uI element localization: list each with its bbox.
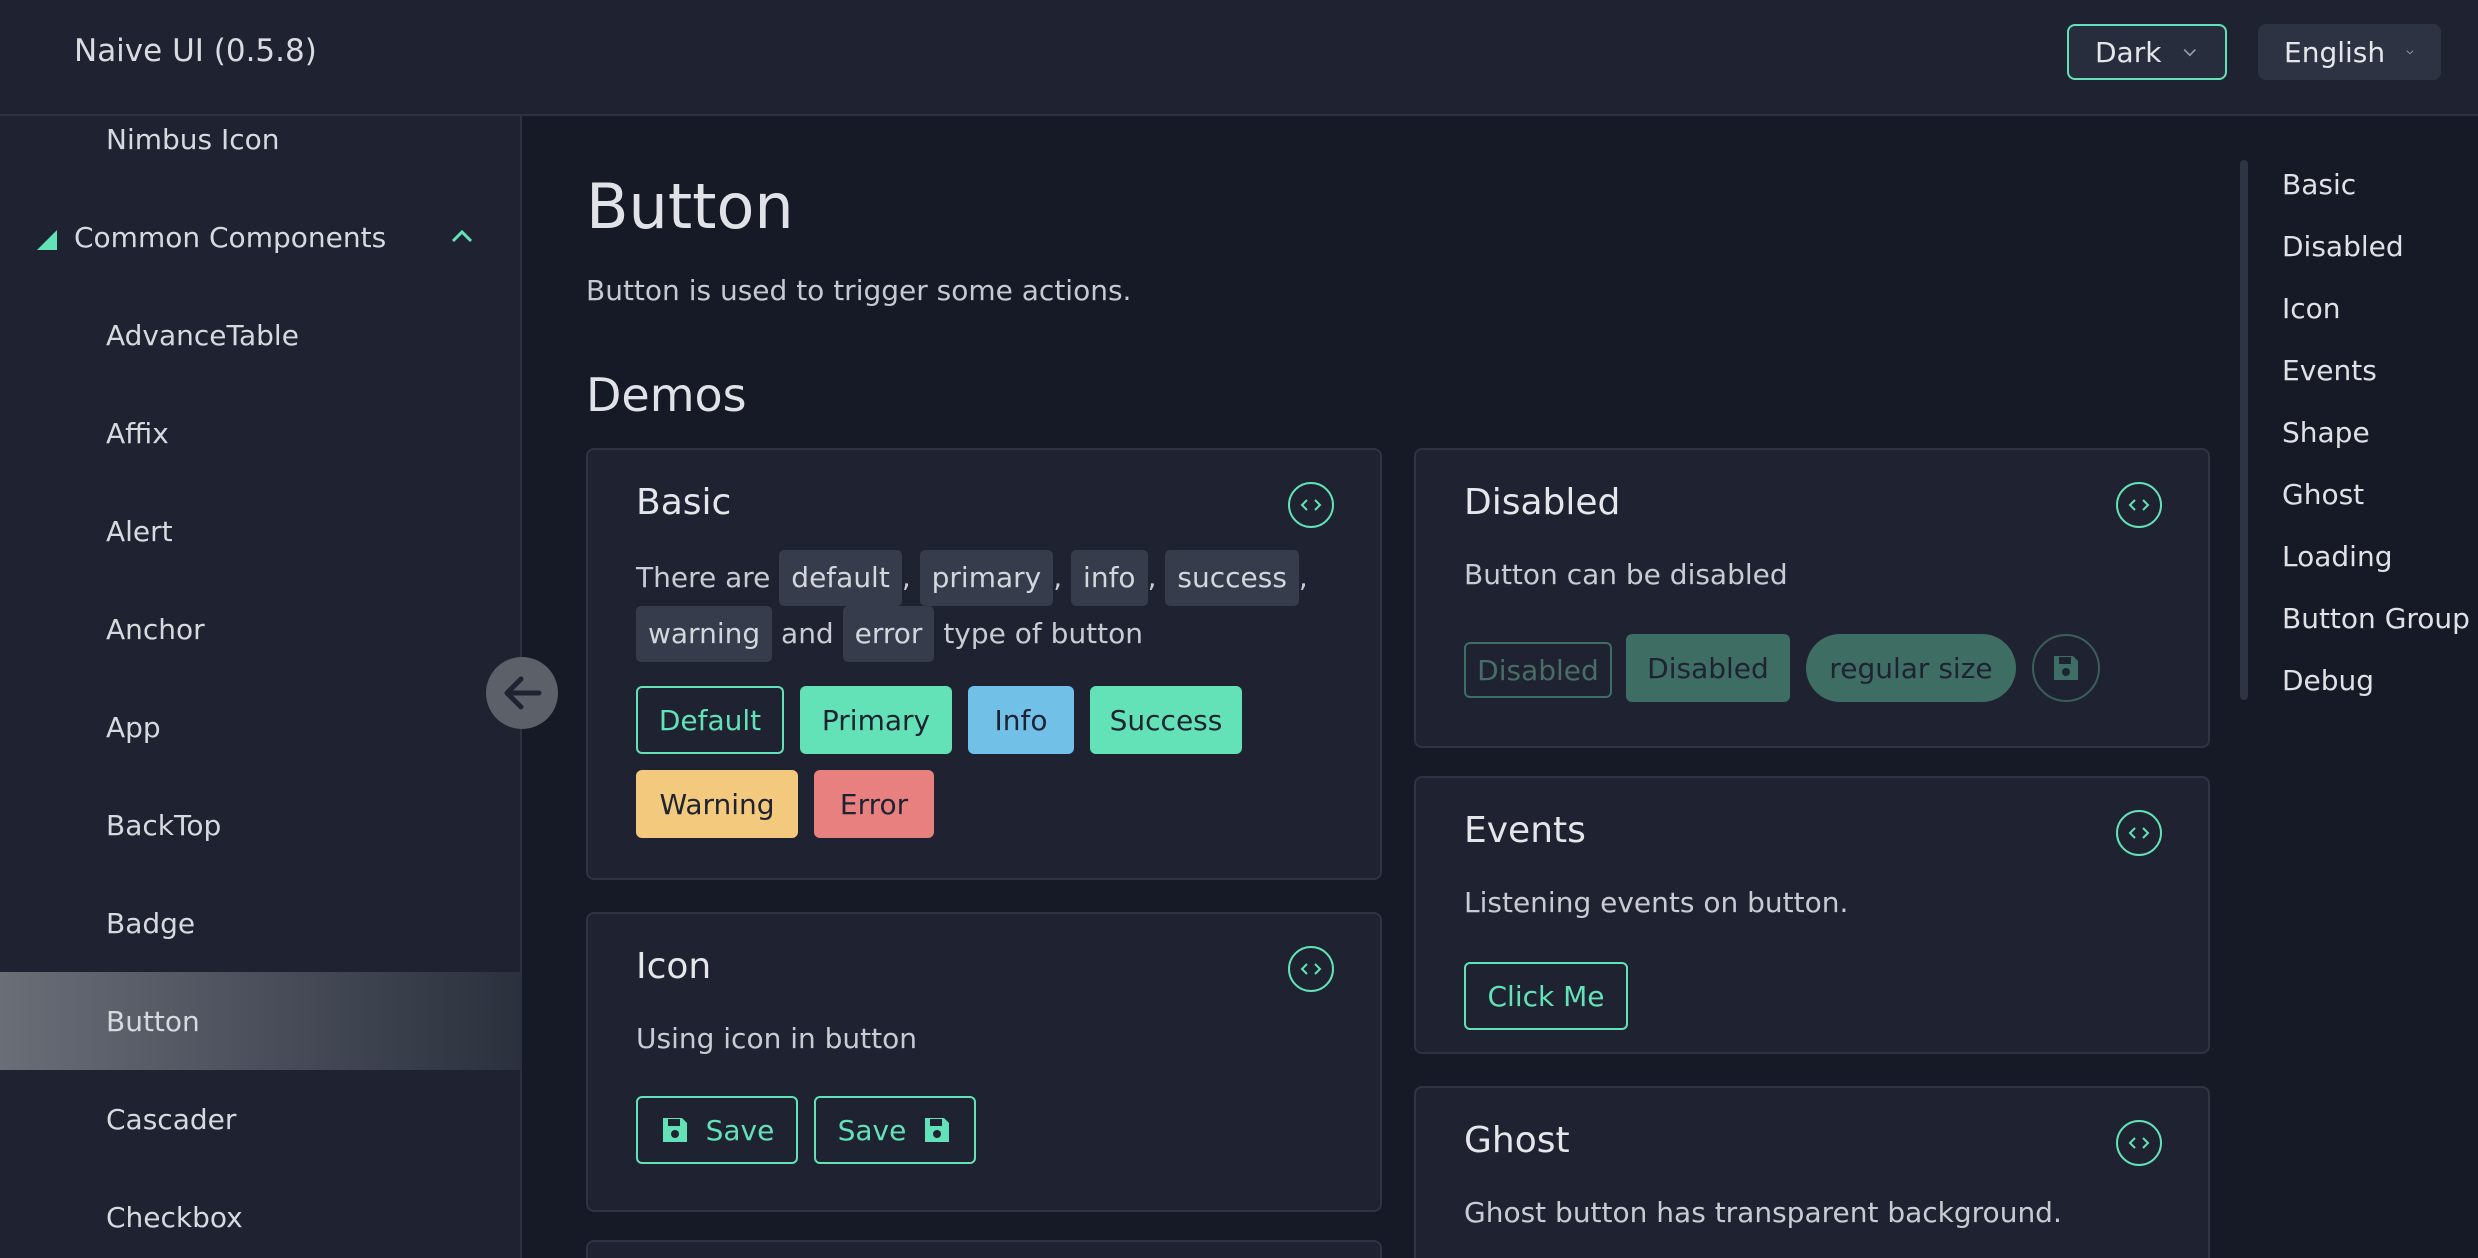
code-toggle-icon[interactable] <box>2116 810 2162 856</box>
chevron-up-icon <box>451 229 473 243</box>
sidebar-group-label: Common Components <box>74 220 387 254</box>
card-description: Listening events on button. <box>1464 886 1849 919</box>
toc-item-icon[interactable]: Icon <box>2282 292 2341 325</box>
chevron-down-icon <box>2406 50 2414 55</box>
sidebar: Nimbus Icon Common Components AdvanceTab… <box>0 116 522 1258</box>
sidebar-item-anchor[interactable]: Anchor <box>0 580 522 678</box>
click-me-button[interactable]: Click Me <box>1464 962 1628 1030</box>
language-select-value: English <box>2284 35 2386 69</box>
card-title: Basic <box>636 482 732 523</box>
toc-item-debug[interactable]: Debug <box>2282 664 2374 697</box>
code-toggle-icon[interactable] <box>2116 482 2162 528</box>
toc-item-button-group[interactable]: Button Group <box>2282 602 2470 635</box>
code-tag: primary <box>919 550 1054 606</box>
default-button[interactable]: Default <box>636 686 784 754</box>
sidebar-item-checkbox[interactable]: Checkbox <box>0 1168 522 1258</box>
chevron-down-icon <box>2184 49 2197 57</box>
demo-card-basic: Basic There are default, primary, info, … <box>586 448 1382 880</box>
info-button[interactable]: Info <box>968 686 1074 754</box>
code-toggle-icon[interactable] <box>2116 1120 2162 1166</box>
card-description: There are default, primary, info, succes… <box>636 550 1356 662</box>
primary-button[interactable]: Primary <box>800 686 952 754</box>
sidebar-item-affix[interactable]: Affix <box>0 384 522 482</box>
toc-item-ghost[interactable]: Ghost <box>2282 478 2364 511</box>
sidebar-item-alert[interactable]: Alert <box>0 482 522 580</box>
toc-item-shape[interactable]: Shape <box>2282 416 2370 449</box>
language-select[interactable]: English <box>2258 24 2441 80</box>
sidebar-item-nimbus-icon[interactable]: Nimbus Icon <box>0 90 522 188</box>
card-description: Ghost button has transparent background. <box>1464 1196 2062 1229</box>
card-title: Ghost <box>1464 1120 1570 1161</box>
code-toggle-icon[interactable] <box>1288 482 1334 528</box>
demo-card-disabled: Disabled Button can be disabled Disabled… <box>1414 448 2210 748</box>
card-title: Disabled <box>1464 482 1621 523</box>
toc-item-events[interactable]: Events <box>2282 354 2377 387</box>
toc-item-basic[interactable]: Basic <box>2282 168 2356 201</box>
group-indicator-icon <box>37 230 57 250</box>
main-content: Button Button is used to trigger some ac… <box>522 116 2478 1258</box>
sidebar-group-common-components[interactable]: Common Components <box>0 188 522 286</box>
toc-rail <box>2240 160 2248 700</box>
save-button-icon-right[interactable]: Save <box>814 1096 976 1164</box>
save-button[interactable]: Save <box>636 1096 798 1164</box>
disabled-round-button[interactable]: regular size <box>1806 634 2016 702</box>
warning-button[interactable]: Warning <box>636 770 798 838</box>
page-description: Button is used to trigger some actions. <box>586 274 1132 307</box>
demo-card-icon: Icon Using icon in button Save Save <box>586 912 1382 1212</box>
demo-card-ghost: Ghost Ghost button has transparent backg… <box>1414 1086 2210 1258</box>
sidebar-item-badge[interactable]: Badge <box>0 874 522 972</box>
sidebar-item-advancetable[interactable]: AdvanceTable <box>0 286 522 384</box>
toc-item-loading[interactable]: Loading <box>2282 540 2392 573</box>
code-tag: warning <box>636 606 773 662</box>
disabled-button[interactable]: Disabled <box>1464 642 1612 698</box>
save-icon <box>925 1118 950 1142</box>
success-button[interactable]: Success <box>1090 686 1242 754</box>
demo-card-events: Events Listening events on button. Click… <box>1414 776 2210 1054</box>
code-tag: default <box>779 550 902 606</box>
card-description: Button can be disabled <box>1464 558 1788 591</box>
code-tag: info <box>1071 550 1148 606</box>
app-title[interactable]: Naive UI (0.5.8) <box>74 33 317 69</box>
demos-heading: Demos <box>586 368 747 422</box>
code-tag: error <box>842 606 935 662</box>
code-tag: success <box>1165 550 1299 606</box>
card-description: Using icon in button <box>636 1022 918 1055</box>
sidebar-item-button[interactable]: Button <box>0 972 522 1070</box>
theme-select-value: Dark <box>2095 35 2162 69</box>
disabled-primary-button[interactable]: Disabled <box>1626 634 1790 702</box>
sidebar-item-backtop[interactable]: BackTop <box>0 776 522 874</box>
sidebar-item-cascader[interactable]: Cascader <box>0 1070 522 1168</box>
card-title: Events <box>1464 810 1586 851</box>
theme-select[interactable]: Dark <box>2067 24 2227 80</box>
sidebar-item-app[interactable]: App <box>0 678 522 776</box>
card-title: Icon <box>636 946 712 987</box>
save-icon <box>662 1118 687 1142</box>
toc-item-disabled[interactable]: Disabled <box>2282 230 2404 263</box>
error-button[interactable]: Error <box>814 770 934 838</box>
disabled-icon-button[interactable] <box>2032 634 2100 702</box>
code-toggle-icon[interactable] <box>1288 946 1334 992</box>
save-icon <box>2054 656 2078 680</box>
arrow-left-icon <box>504 676 542 710</box>
page-title: Button <box>586 170 794 243</box>
sidebar-collapse-button[interactable] <box>486 657 558 729</box>
demo-card-next <box>586 1240 1382 1258</box>
